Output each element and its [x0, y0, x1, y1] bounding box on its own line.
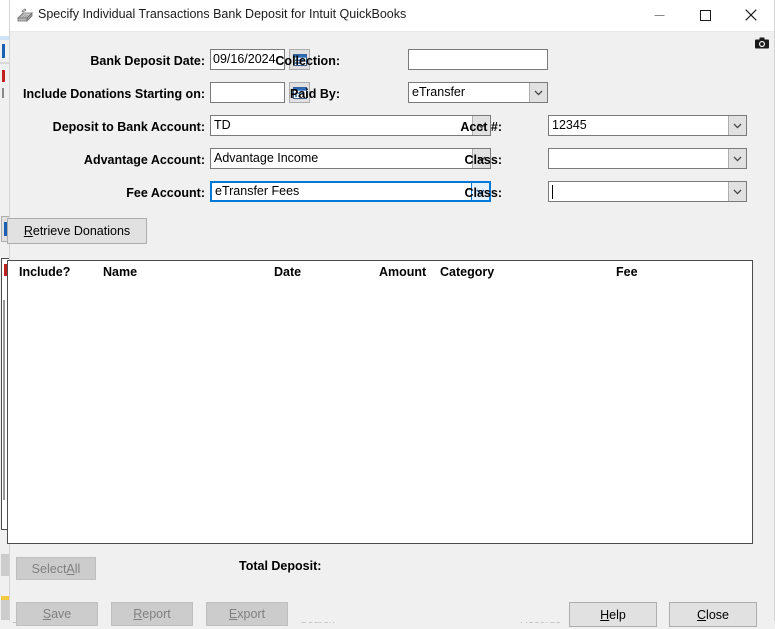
export-button[interactable]: Export	[206, 602, 288, 626]
deposit-to-bank-account-label: Deposit to Bank Account:	[52, 120, 205, 134]
chevron-down-icon[interactable]	[728, 116, 746, 135]
collection-input[interactable]	[408, 49, 548, 70]
advantage-class-label: Class:	[464, 153, 502, 167]
save-button[interactable]: Save	[16, 602, 98, 626]
retrieve-donations-button[interactable]: Retrieve Donations	[7, 218, 147, 244]
chevron-down-icon[interactable]	[728, 149, 746, 168]
advantage-class-combobox[interactable]	[548, 148, 747, 169]
column-date: Date	[274, 265, 302, 279]
acct-number-combobox[interactable]: 12345	[548, 115, 747, 136]
close-mnemonic: C	[697, 607, 707, 622]
close-label: lose	[706, 607, 729, 622]
retrieve-donations-label: etrieve Donations	[32, 224, 131, 238]
total-deposit-label: Total Deposit:	[239, 559, 322, 573]
advantage-account-value: Advantage Income	[214, 151, 319, 165]
column-amount: Amount	[379, 265, 427, 279]
acct-number-value: 12345	[552, 118, 587, 132]
title-bar[interactable]: Specify Individual Transactions Bank Dep…	[10, 0, 774, 32]
report-mnemonic: R	[133, 607, 143, 621]
donations-list-header: Include? Name Date Amount Category Fee	[8, 261, 752, 287]
text-caret	[552, 185, 553, 199]
chevron-down-icon[interactable]	[728, 182, 746, 201]
bank-deposit-dialog: Specify Individual Transactions Bank Dep…	[7, 0, 775, 627]
help-mnemonic: H	[600, 607, 610, 622]
retrieve-donations-mnemonic: R	[23, 224, 33, 238]
select-all-label: ll	[74, 561, 81, 576]
report-label: eport	[142, 607, 171, 621]
select-all-mnemonic: A	[66, 561, 75, 576]
bank-deposit-date-label: Bank Deposit Date:	[90, 54, 205, 68]
dialog-client-area: Bank Deposit Date: 09/16/2024 Collection…	[7, 32, 774, 627]
acct-number-label: Acct #:	[460, 120, 502, 134]
donations-list[interactable]: Include? Name Date Amount Category Fee	[7, 260, 753, 544]
paid-by-combobox[interactable]: eTransfer	[408, 82, 548, 103]
fee-account-label: Fee Account:	[126, 186, 205, 200]
save-label: ave	[51, 607, 72, 621]
minimize-button[interactable]	[636, 0, 682, 30]
close-window-button[interactable]	[728, 0, 774, 30]
fee-class-label: Class:	[464, 186, 502, 200]
chevron-down-icon[interactable]	[529, 83, 547, 102]
fee-account-value: eTransfer Fees	[215, 184, 300, 198]
adding-machine-icon	[16, 7, 34, 25]
column-include: Include?	[19, 265, 71, 279]
select-all-button[interactable]: Select All	[16, 557, 96, 580]
collection-label: Collection:	[275, 54, 340, 68]
export-mnemonic: E	[228, 607, 238, 621]
advantage-account-label: Advantage Account:	[83, 153, 205, 167]
paid-by-value: eTransfer	[412, 85, 466, 99]
close-button[interactable]: Close	[669, 602, 757, 627]
save-mnemonic: S	[42, 607, 52, 621]
fee-class-combobox[interactable]	[548, 181, 747, 202]
paid-by-label: Paid By:	[289, 87, 340, 101]
maximize-button[interactable]	[682, 0, 728, 30]
select-all-prefix: Select	[31, 561, 67, 576]
include-donations-starting-on-label: Include Donations Starting on:	[23, 87, 205, 101]
deposit-to-bank-account-value: TD	[214, 118, 231, 132]
window-title: Specify Individual Transactions Bank Dep…	[38, 7, 407, 21]
column-name: Name	[103, 265, 138, 279]
column-category: Category	[440, 265, 495, 279]
report-button[interactable]: Report	[111, 602, 193, 626]
help-label: elp	[609, 607, 626, 622]
column-fee: Fee	[616, 265, 638, 279]
help-button[interactable]: Help	[569, 602, 657, 627]
export-label: xport	[237, 607, 266, 621]
camera-icon[interactable]	[754, 35, 770, 51]
